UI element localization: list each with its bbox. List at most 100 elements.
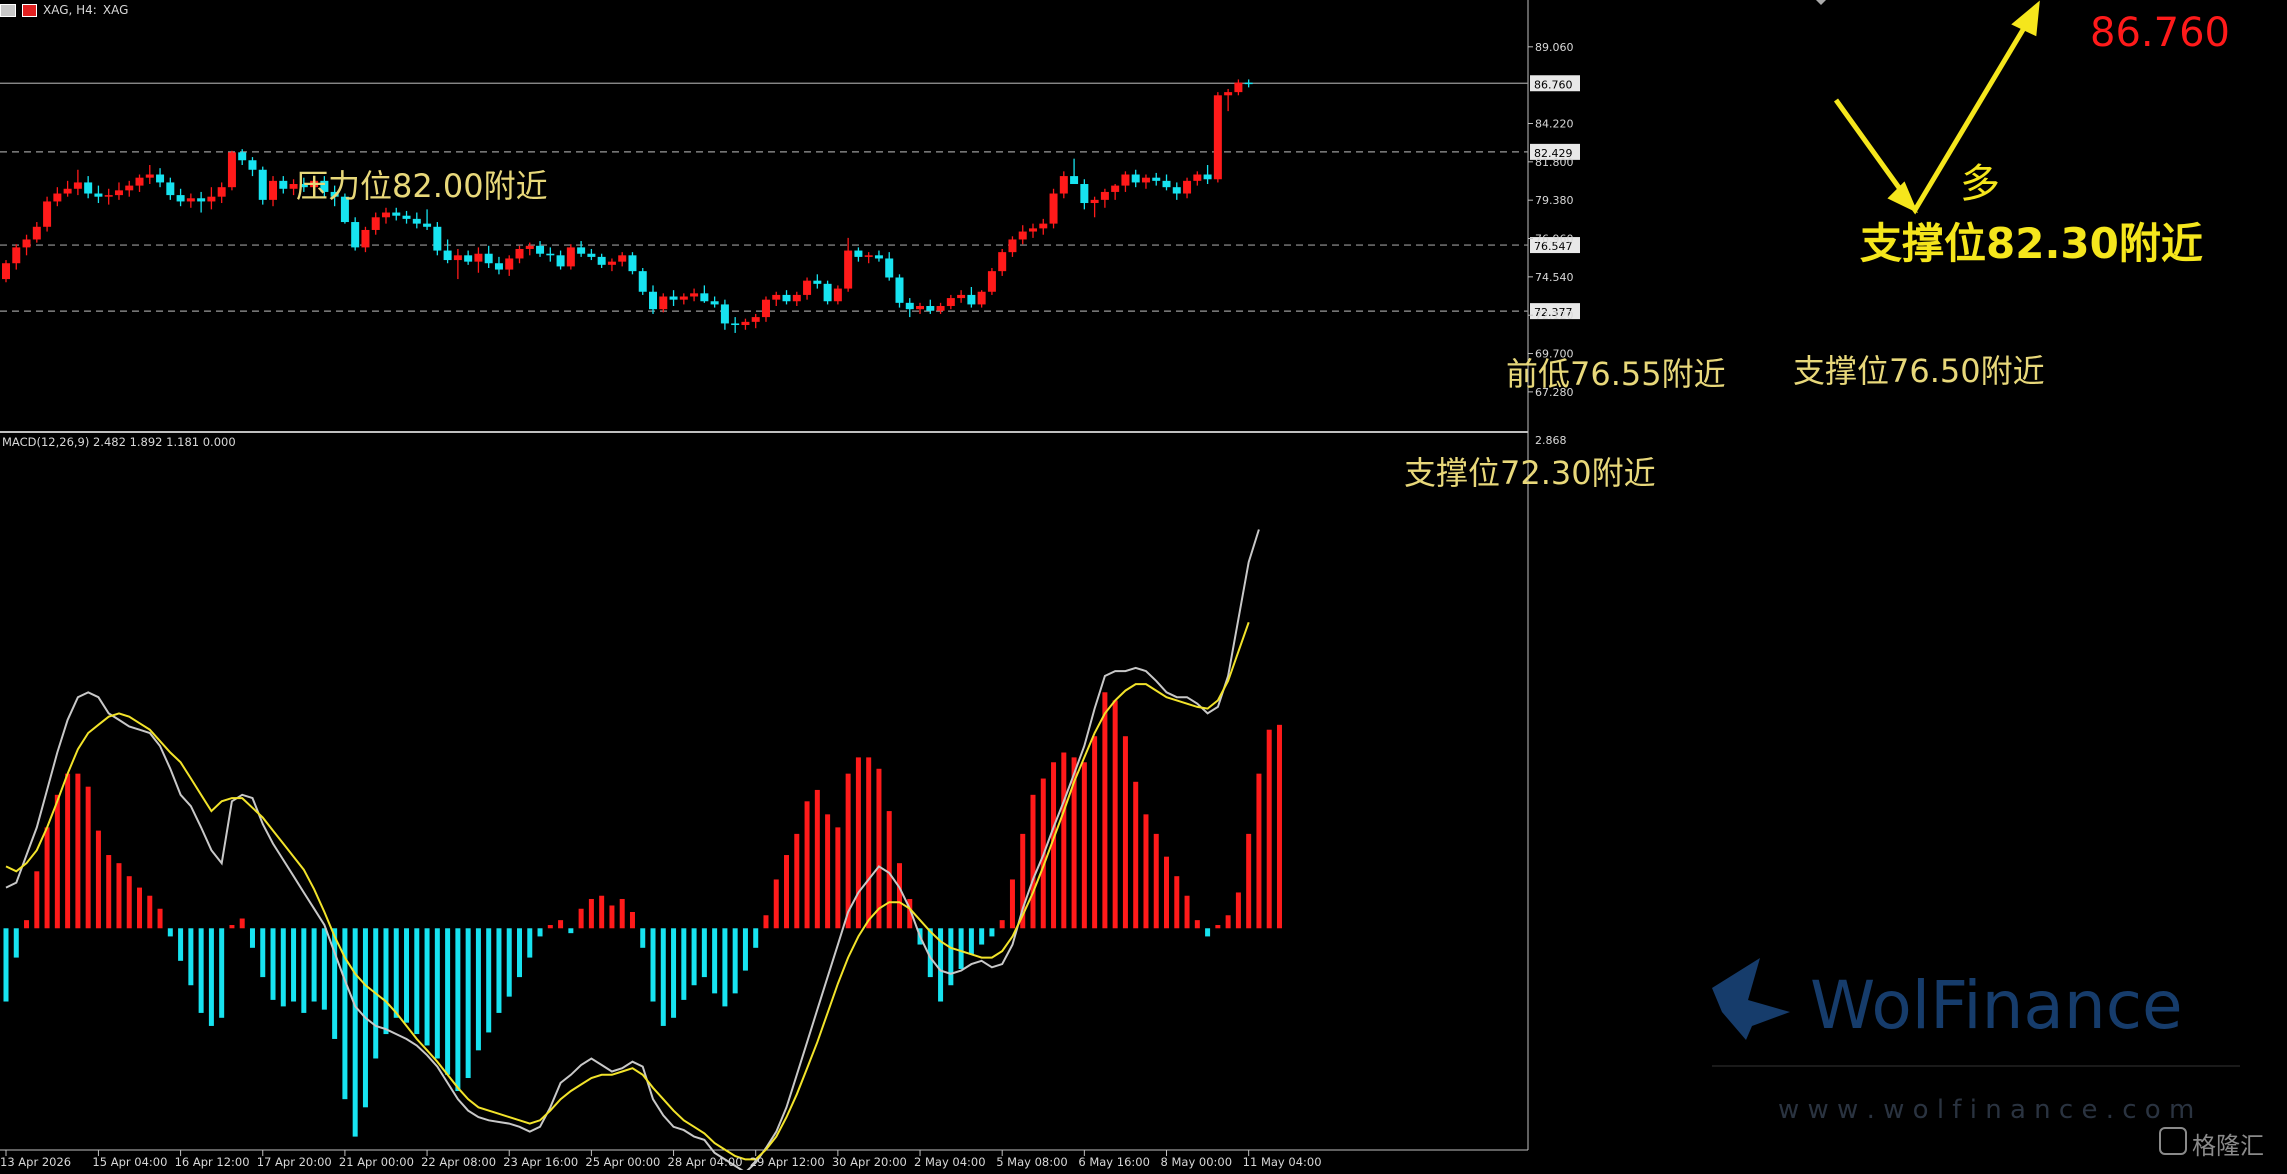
macd-histogram-bar <box>1153 833 1159 929</box>
candle-body <box>1008 239 1017 253</box>
candle-body <box>1131 174 1140 183</box>
macd-histogram-bar <box>44 827 50 929</box>
macd-histogram-bar <box>578 908 584 929</box>
macd-histogram-bar <box>558 920 564 929</box>
x-tick-label: 13 Apr 2026 <box>0 1155 71 1169</box>
macd-histogram-bar <box>75 773 81 929</box>
level-label: 86.760 <box>1534 78 1573 91</box>
macd-histogram-bar <box>517 928 522 978</box>
macd-histogram-bar <box>280 928 286 1007</box>
candle-body <box>197 198 206 202</box>
candle-body <box>94 193 103 197</box>
corner-brand: 格隆汇 <box>2192 1132 2264 1160</box>
macd-histogram-bar <box>547 925 553 929</box>
arrow-head-up-icon <box>2011 0 2040 37</box>
candle-body <box>1193 174 1202 181</box>
candle-body <box>1121 174 1130 186</box>
macd-histogram-bar <box>147 895 153 929</box>
macd-histogram-bar <box>393 928 399 1018</box>
macd-histogram-bar <box>855 757 861 929</box>
candle-body <box>73 182 82 189</box>
candle-body <box>669 296 678 300</box>
candle-body <box>12 247 21 264</box>
y-tick-label: 89.060 <box>1535 41 1574 54</box>
candle-body <box>1234 82 1243 93</box>
candle-body <box>638 271 647 292</box>
macd-indicator-label: MACD(12,26,9) 2.482 1.892 1.181 0.000 <box>2 435 236 449</box>
candle-body <box>186 198 195 202</box>
macd-histogram-bar <box>424 928 430 1046</box>
y-tick-label: 72.120 <box>1535 309 1574 322</box>
macd-histogram-bar <box>475 928 481 1051</box>
macd-histogram-bar <box>465 928 471 1079</box>
macd-histogram-bar <box>1164 856 1170 929</box>
annotation-prev-low: 前低76.55附近 <box>1506 355 1726 393</box>
macd-histogram-bar <box>414 928 420 1035</box>
candle-body <box>166 182 175 196</box>
candle-body <box>628 255 637 272</box>
candle-body <box>546 253 555 256</box>
candle-body <box>22 239 31 248</box>
candle-body <box>998 252 1007 272</box>
macd-histogram-bar <box>352 928 358 1137</box>
macd-histogram-bar <box>1102 692 1108 929</box>
candle-body <box>987 271 996 292</box>
macd-histogram-bar <box>537 928 543 937</box>
candle-body <box>114 190 123 196</box>
annotation-resistance: 压力位82.00附近 <box>296 167 548 205</box>
candle-body <box>484 253 493 264</box>
candle-body <box>53 193 62 202</box>
macd-histogram-bar <box>640 928 646 948</box>
macd-histogram-bar <box>753 928 759 948</box>
candle-body <box>217 187 226 197</box>
x-tick-label: 5 May 08:00 <box>996 1155 1068 1169</box>
candle-body <box>926 306 935 311</box>
macd-histogram-bar <box>270 928 276 1000</box>
candle-body <box>1152 177 1161 181</box>
candle-body <box>556 255 565 267</box>
menu-icon[interactable] <box>0 3 16 17</box>
candle-body <box>176 195 185 202</box>
candle-body <box>916 306 925 310</box>
macd-histogram-bar <box>445 928 451 1075</box>
candle-body <box>443 250 452 261</box>
macd-histogram-bar <box>311 928 317 1002</box>
candle-body <box>269 180 278 200</box>
watermark-brand: WolFinance <box>1810 967 2183 1044</box>
candle-body <box>156 174 165 183</box>
scroll-marker-icon <box>1816 0 1826 5</box>
x-tick-label: 8 May 00:00 <box>1161 1155 1233 1169</box>
macd-histogram-bar <box>1246 833 1252 929</box>
candle-body <box>1100 191 1109 200</box>
macd-histogram-bar <box>54 794 60 929</box>
candle-body <box>1183 180 1192 194</box>
macd-histogram-bar <box>814 789 820 929</box>
candle-body <box>782 294 791 302</box>
macd-histogram-bar <box>13 928 19 958</box>
macd-histogram-bar <box>208 928 214 1026</box>
candle-body <box>494 263 503 270</box>
candle-body <box>751 317 760 322</box>
x-tick-label: 17 Apr 20:00 <box>257 1155 332 1169</box>
candle-body <box>227 152 236 188</box>
macd-histogram-bar <box>599 895 605 929</box>
candle-body <box>361 229 370 248</box>
macd-histogram-bar <box>95 830 101 929</box>
candle-body <box>536 245 545 254</box>
macd-histogram-bar <box>979 928 985 945</box>
candle-body <box>566 247 575 267</box>
macd-histogram-bar <box>1009 879 1015 929</box>
annotation-layer: MACD(12,26,9) 2.482 1.892 1.181 0.000 Wol… <box>2 0 2264 1160</box>
macd-histogram-bar <box>260 928 266 978</box>
y-tick-label: 84.220 <box>1535 117 1574 130</box>
candle-body <box>371 217 380 230</box>
macd-histogram-bar <box>1194 920 1200 929</box>
candle-body <box>453 255 462 261</box>
macd-histogram-bar <box>3 928 9 1002</box>
candle-body <box>207 196 216 202</box>
candle-body <box>423 223 432 227</box>
macd-histogram-bar <box>712 928 718 994</box>
candle-body <box>125 185 134 191</box>
symbol-label: XAG, H4: <box>43 3 97 17</box>
chart-type-icon[interactable] <box>22 3 37 17</box>
